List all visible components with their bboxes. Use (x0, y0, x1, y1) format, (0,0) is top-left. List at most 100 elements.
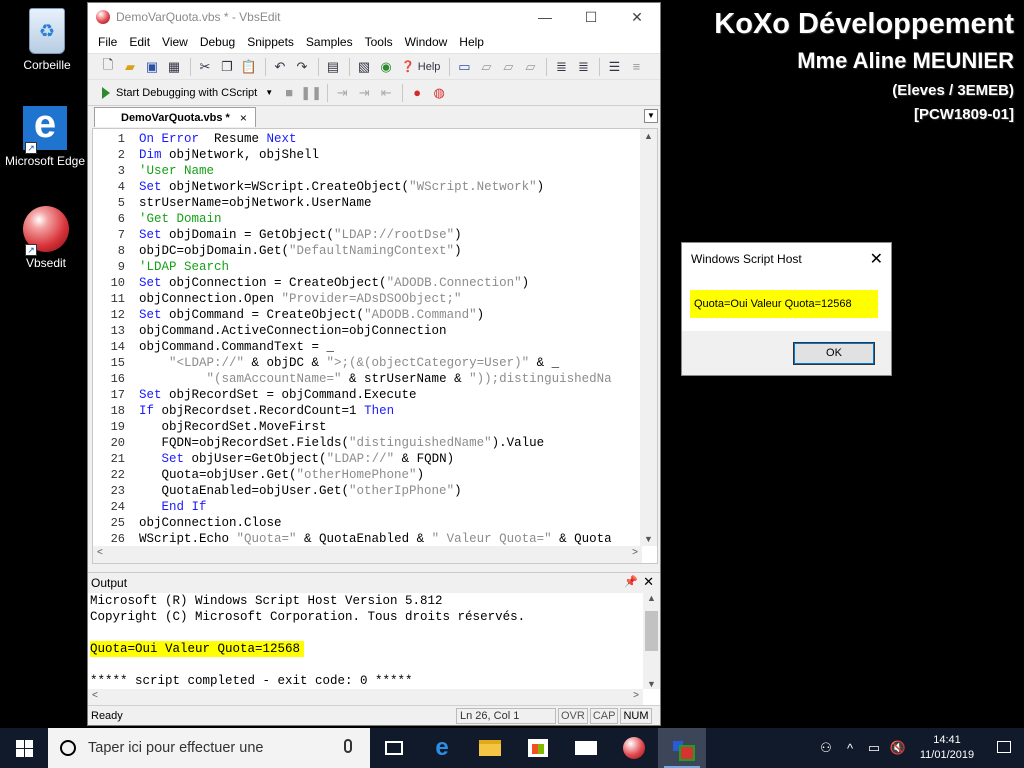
code-editor[interactable]: 1 2 3 4 5 6 7 8 9 10 11 12 13 14 15 16 17 18 19 20 21 22 23 24 2… (92, 128, 658, 564)
scroll-up-icon[interactable]: ▲ (640, 131, 657, 141)
play-icon[interactable] (102, 86, 110, 99)
code-line[interactable]: Set objCommand = CreateObject("ADODB.Com… (139, 307, 645, 323)
undo-icon[interactable]: ↶ (270, 57, 290, 77)
output-horizontal-scrollbar[interactable]: < > (88, 689, 643, 705)
code-line[interactable]: Set objDomain = GetObject("LDAP://rootDs… (139, 227, 645, 243)
tab-list-dropdown-icon[interactable]: ▼ (644, 109, 658, 123)
code-line[interactable]: objRecordSet.MoveFirst (139, 419, 645, 435)
taskbar-mail[interactable] (562, 728, 610, 768)
code-line[interactable]: Set objRecordSet = objCommand.Execute (139, 387, 645, 403)
taskbar-search-box[interactable]: Taper ici pour effectuer une (48, 728, 370, 768)
code-line[interactable]: 'User Name (139, 163, 645, 179)
help-button[interactable]: ❓ Help (398, 57, 443, 77)
code-line[interactable]: On Error Resume Next (139, 131, 645, 147)
code-line[interactable]: QuotaEnabled=objUser.Get("otherIpPhone") (139, 483, 645, 499)
editor-vertical-scrollbar[interactable]: ▲ ▼ (640, 129, 657, 546)
indent-icon[interactable]: ≣ (551, 57, 571, 77)
code-line[interactable]: Dim objNetwork, objShell (139, 147, 645, 163)
desktop-icon-vbsedit[interactable]: ↗ Vbsedit (1, 206, 91, 270)
menu-snippets[interactable]: Snippets (241, 35, 300, 49)
taskbar-file-explorer[interactable] (466, 728, 514, 768)
dialog-close-icon[interactable]: ✕ (870, 249, 883, 269)
script-icon[interactable]: ▧ (354, 57, 374, 77)
tools-icon[interactable]: ▤ (323, 57, 343, 77)
menu-tools[interactable]: Tools (359, 35, 399, 49)
volume-muted-icon[interactable]: 🔇 (886, 740, 910, 756)
output-panel[interactable]: Microsoft (R) Windows Script Host Versio… (88, 593, 660, 705)
code-line[interactable]: strUserName=objNetwork.UserName (139, 195, 645, 211)
code-line[interactable]: WScript.Echo "Quota=" & QuotaEnabled & "… (139, 531, 645, 547)
menu-help[interactable]: Help (453, 35, 490, 49)
menu-view[interactable]: View (156, 35, 194, 49)
menu-window[interactable]: Window (399, 35, 454, 49)
scroll-down-icon[interactable]: ▼ (643, 679, 660, 689)
scroll-left-icon[interactable]: < (97, 547, 103, 558)
code-line[interactable]: If objRecordset.RecordCount=1 Then (139, 403, 645, 419)
network-icon[interactable]: ▭ (862, 740, 886, 756)
bookmark-icon[interactable]: ▱ (520, 57, 540, 77)
pause-icon[interactable]: ❚❚ (300, 83, 322, 103)
save-all-icon[interactable]: ▦ (164, 57, 184, 77)
output-vertical-scrollbar[interactable]: ▲ ▼ (643, 593, 660, 689)
start-button[interactable] (0, 728, 48, 768)
step-over-icon[interactable]: ⇥ (354, 83, 374, 103)
clock[interactable]: 14:41 11/01/2019 (910, 733, 984, 763)
maximize-button[interactable]: ☐ (568, 3, 614, 31)
step-out-icon[interactable]: ⇤ (376, 83, 396, 103)
code-line[interactable]: Set objUser=GetObject("LDAP://" & FQDN) (139, 451, 645, 467)
menu-edit[interactable]: Edit (123, 35, 156, 49)
people-icon[interactable]: ⚇ (814, 740, 838, 756)
action-center-button[interactable] (984, 740, 1024, 756)
chevron-down-icon[interactable]: ▼ (265, 88, 273, 97)
start-debugging-button[interactable]: Start Debugging with CScript (116, 87, 257, 99)
scrollbar-thumb[interactable] (645, 611, 658, 651)
minimize-button[interactable]: — (522, 3, 568, 31)
output-close-icon[interactable]: ✕ (643, 574, 654, 590)
code-line[interactable]: "<LDAP://" & objDC & ">;(&(objectCategor… (139, 355, 645, 371)
scroll-up-icon[interactable]: ▲ (643, 593, 660, 603)
taskbar-edge[interactable]: e (418, 728, 466, 768)
vbsedit-app-icon[interactable] (96, 10, 110, 24)
scroll-right-icon[interactable]: > (633, 690, 639, 701)
tab-close-icon[interactable]: × (240, 111, 247, 125)
show-hidden-icons-icon[interactable]: ^ (838, 741, 862, 756)
code-line[interactable]: End If (139, 499, 645, 515)
code-line[interactable]: objCommand.ActiveConnection=objConnectio… (139, 323, 645, 339)
redo-icon[interactable]: ↷ (292, 57, 312, 77)
microphone-icon[interactable] (344, 739, 352, 753)
code-line[interactable]: 'LDAP Search (139, 259, 645, 275)
save-icon[interactable]: ▣ (142, 57, 162, 77)
code-line[interactable]: objConnection.Close (139, 515, 645, 531)
taskbar-vbsedit[interactable] (610, 728, 658, 768)
code-line[interactable]: objDC=objDomain.Get("DefaultNamingContex… (139, 243, 645, 259)
scroll-right-icon[interactable]: > (632, 547, 638, 558)
taskbar-store[interactable] (514, 728, 562, 768)
clear-breakpoints-icon[interactable]: ◍ (429, 83, 449, 103)
wrap-icon[interactable]: ≡ (626, 57, 646, 77)
code-line[interactable]: "(samAccountName=" & strUserName & "));d… (139, 371, 645, 387)
code-line[interactable]: Set objConnection = CreateObject("ADODB.… (139, 275, 645, 291)
cut-icon[interactable]: ✂ (195, 57, 215, 77)
code-line[interactable]: Quota=objUser.Get("otherHomePhone") (139, 467, 645, 483)
paste-icon[interactable]: 📋 (239, 57, 259, 77)
taskbar-script-host[interactable] (658, 728, 706, 768)
menu-samples[interactable]: Samples (300, 35, 359, 49)
desktop-icon-edge[interactable]: ↗ Microsoft Edge (0, 102, 90, 168)
code-line[interactable]: objCommand.CommandText = _ (139, 339, 645, 355)
scroll-left-icon[interactable]: < (92, 690, 98, 701)
align-icon[interactable]: ☰ (604, 57, 624, 77)
window-icon[interactable]: ▭ (454, 57, 474, 77)
scroll-down-icon[interactable]: ▼ (640, 534, 657, 544)
code-line[interactable]: objConnection.Open "Provider=ADsDSOObjec… (139, 291, 645, 307)
editor-horizontal-scrollbar[interactable]: < > (93, 546, 642, 563)
uncomment-icon[interactable]: ▱ (498, 57, 518, 77)
title-bar[interactable]: DemoVarQuota.vbs * - VbsEdit — ☐ ✕ (88, 3, 660, 31)
menu-debug[interactable]: Debug (194, 35, 241, 49)
step-into-icon[interactable]: ⇥ (332, 83, 352, 103)
desktop-icon-recycle-bin[interactable]: Corbeille (2, 8, 92, 72)
copy-icon[interactable]: ❐ (217, 57, 237, 77)
code-line[interactable]: Set objNetwork=WScript.CreateObject("WSc… (139, 179, 645, 195)
new-file-icon[interactable]: 🗋 (98, 57, 118, 77)
code-line[interactable]: 'Get Domain (139, 211, 645, 227)
dialog-title-bar[interactable]: Windows Script Host ✕ (682, 243, 891, 275)
